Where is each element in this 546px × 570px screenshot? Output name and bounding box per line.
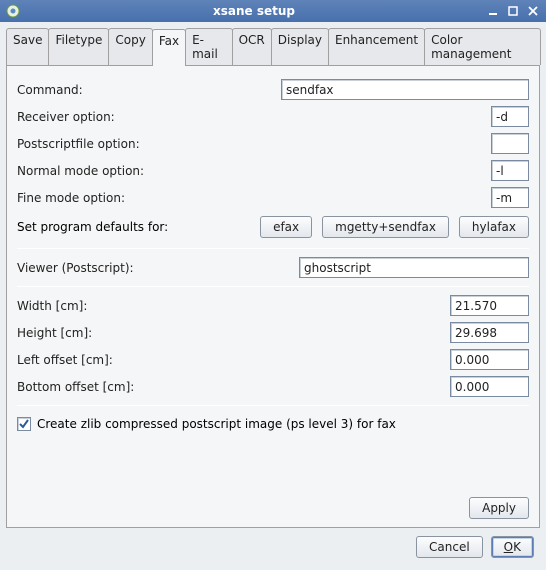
normal-mode-option-label: Normal mode option: <box>17 164 144 178</box>
tabs: Save Filetype Copy Fax E-mail OCR Displa… <box>6 28 540 66</box>
content: Save Filetype Copy Fax E-mail OCR Displa… <box>0 22 546 570</box>
fine-mode-option-label: Fine mode option: <box>17 191 125 205</box>
receiver-option-input[interactable] <box>491 106 529 127</box>
command-label: Command: <box>17 83 83 97</box>
left-offset-input[interactable] <box>450 349 529 370</box>
tab-filetype[interactable]: Filetype <box>48 28 109 65</box>
bottom-offset-input[interactable] <box>450 376 529 397</box>
normal-mode-option-input[interactable] <box>491 160 529 181</box>
height-label: Height [cm]: <box>17 326 92 340</box>
minimize-button[interactable] <box>485 3 501 19</box>
postscriptfile-option-label: Postscriptfile option: <box>17 137 140 151</box>
close-button[interactable] <box>525 3 541 19</box>
tab-save[interactable]: Save <box>6 28 49 65</box>
tab-copy[interactable]: Copy <box>108 28 152 65</box>
ok-suffix: K <box>513 540 521 554</box>
dialog-buttons: Cancel OK <box>6 528 540 564</box>
maximize-button[interactable] <box>505 3 521 19</box>
hylafax-button[interactable]: hylafax <box>459 216 529 238</box>
fine-mode-option-input[interactable] <box>491 187 529 208</box>
tab-ocr[interactable]: OCR <box>232 28 272 65</box>
app-icon <box>5 3 21 19</box>
tab-email[interactable]: E-mail <box>185 28 233 65</box>
command-input[interactable] <box>281 79 529 100</box>
ok-mnemonic: O <box>504 540 513 554</box>
defaults-label: Set program defaults for: <box>17 220 168 234</box>
apply-button[interactable]: Apply <box>469 497 529 519</box>
receiver-option-label: Receiver option: <box>17 110 115 124</box>
tab-fax[interactable]: Fax <box>152 29 186 66</box>
zlib-checkbox[interactable] <box>17 417 31 431</box>
bottom-offset-label: Bottom offset [cm]: <box>17 380 134 394</box>
mgetty-sendfax-button[interactable]: mgetty+sendfax <box>322 216 449 238</box>
efax-button[interactable]: efax <box>260 216 312 238</box>
separator <box>17 248 529 249</box>
viewer-label: Viewer (Postscript): <box>17 261 134 275</box>
ok-button[interactable]: OK <box>491 536 534 558</box>
left-offset-label: Left offset [cm]: <box>17 353 113 367</box>
titlebar: xsane setup <box>0 0 546 22</box>
window-title: xsane setup <box>27 4 481 18</box>
height-input[interactable] <box>450 322 529 343</box>
width-label: Width [cm]: <box>17 299 87 313</box>
separator <box>17 286 529 287</box>
postscriptfile-option-input[interactable] <box>491 133 529 154</box>
width-input[interactable] <box>450 295 529 316</box>
tab-enhancement[interactable]: Enhancement <box>328 28 425 65</box>
tab-color-management[interactable]: Color management <box>424 28 541 65</box>
viewer-input[interactable] <box>299 257 529 278</box>
fax-panel: Command: Receiver option: Postscriptfile… <box>6 66 540 528</box>
cancel-button[interactable]: Cancel <box>416 536 483 558</box>
zlib-label: Create zlib compressed postscript image … <box>37 417 396 431</box>
tab-display[interactable]: Display <box>271 28 329 65</box>
separator <box>17 405 529 406</box>
